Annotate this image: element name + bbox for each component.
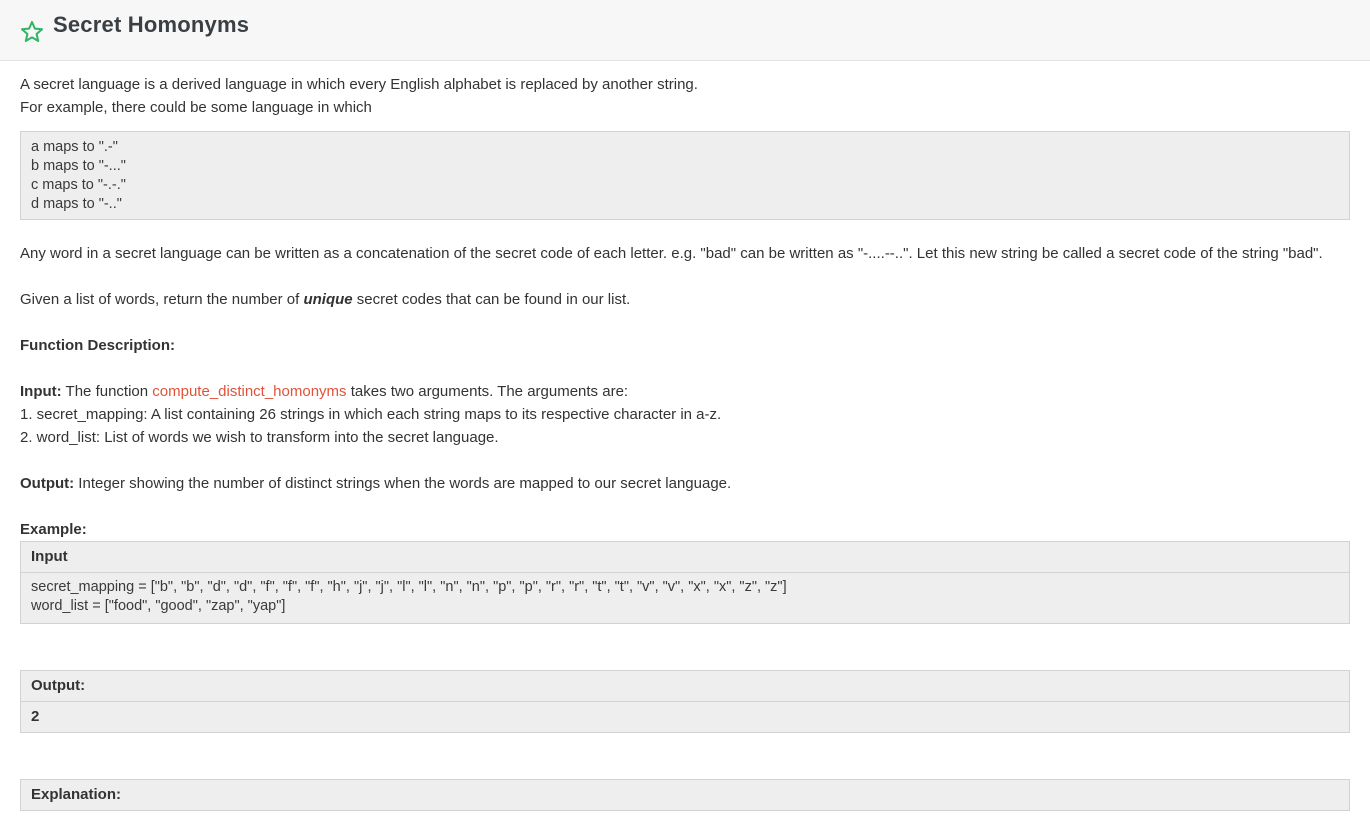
example-input-body: secret_mapping = ["b", "b", "d", "d", "f… bbox=[21, 573, 1349, 623]
argument-1: 1. secret_mapping: A list containing 26 … bbox=[20, 406, 722, 423]
page-header: Secret Homonyms bbox=[0, 0, 1370, 61]
example-output-header: Output: bbox=[21, 671, 1349, 702]
output-label: Output: bbox=[20, 475, 75, 492]
input-text-before: The function bbox=[61, 383, 153, 400]
task-paragraph: Given a list of words, return the number… bbox=[20, 288, 1350, 311]
output-text: Integer showing the number of distinct s… bbox=[74, 475, 732, 492]
task-text-before: Given a list of words, return the number… bbox=[20, 291, 304, 308]
mapping-line: d maps to "-.." bbox=[31, 196, 122, 212]
problem-description: A secret language is a derived language … bbox=[0, 61, 1370, 811]
example-output-value: 2 bbox=[31, 708, 40, 725]
mapping-line: c maps to "-.-." bbox=[31, 177, 126, 193]
page-title: Secret Homonyms bbox=[53, 12, 250, 37]
mapping-line: a maps to ".-" bbox=[31, 139, 118, 155]
example-output-box: Output: 2 bbox=[20, 670, 1350, 733]
star-icon[interactable] bbox=[20, 20, 44, 44]
input-description: Input: The function compute_distinct_hom… bbox=[20, 380, 1350, 403]
example-explanation-header: Explanation: bbox=[31, 786, 122, 803]
function-description-label: Function Description: bbox=[20, 337, 175, 354]
task-text-after: secret codes that can be found in our li… bbox=[352, 291, 631, 308]
example-input-header: Input bbox=[21, 542, 1349, 573]
intro-line-2: For example, there could be some languag… bbox=[20, 99, 372, 116]
mapping-example-block: a maps to ".-" b maps to "-..." c maps t… bbox=[20, 131, 1350, 220]
concatenation-paragraph: Any word in a secret language can be wri… bbox=[20, 245, 1323, 262]
input-text-after: takes two arguments. The arguments are: bbox=[346, 383, 629, 400]
output-description: Output: Integer showing the number of di… bbox=[20, 472, 1350, 495]
example-explanation-box: Explanation: bbox=[20, 779, 1350, 811]
function-name-link[interactable]: compute_distinct_homonyms bbox=[152, 383, 346, 400]
argument-2: 2. word_list: List of words we wish to t… bbox=[20, 429, 499, 446]
example-input-line: secret_mapping = ["b", "b", "d", "d", "f… bbox=[31, 579, 787, 595]
mapping-line: b maps to "-..." bbox=[31, 158, 126, 174]
example-input-line: word_list = ["food", "good", "zap", "yap… bbox=[31, 598, 286, 614]
unique-emphasis: unique bbox=[303, 291, 353, 308]
example-input-box: Input secret_mapping = ["b", "b", "d", "… bbox=[20, 541, 1350, 624]
intro-line-1: A secret language is a derived language … bbox=[20, 76, 698, 93]
input-label: Input: bbox=[20, 383, 62, 400]
example-label: Example: bbox=[20, 521, 87, 538]
